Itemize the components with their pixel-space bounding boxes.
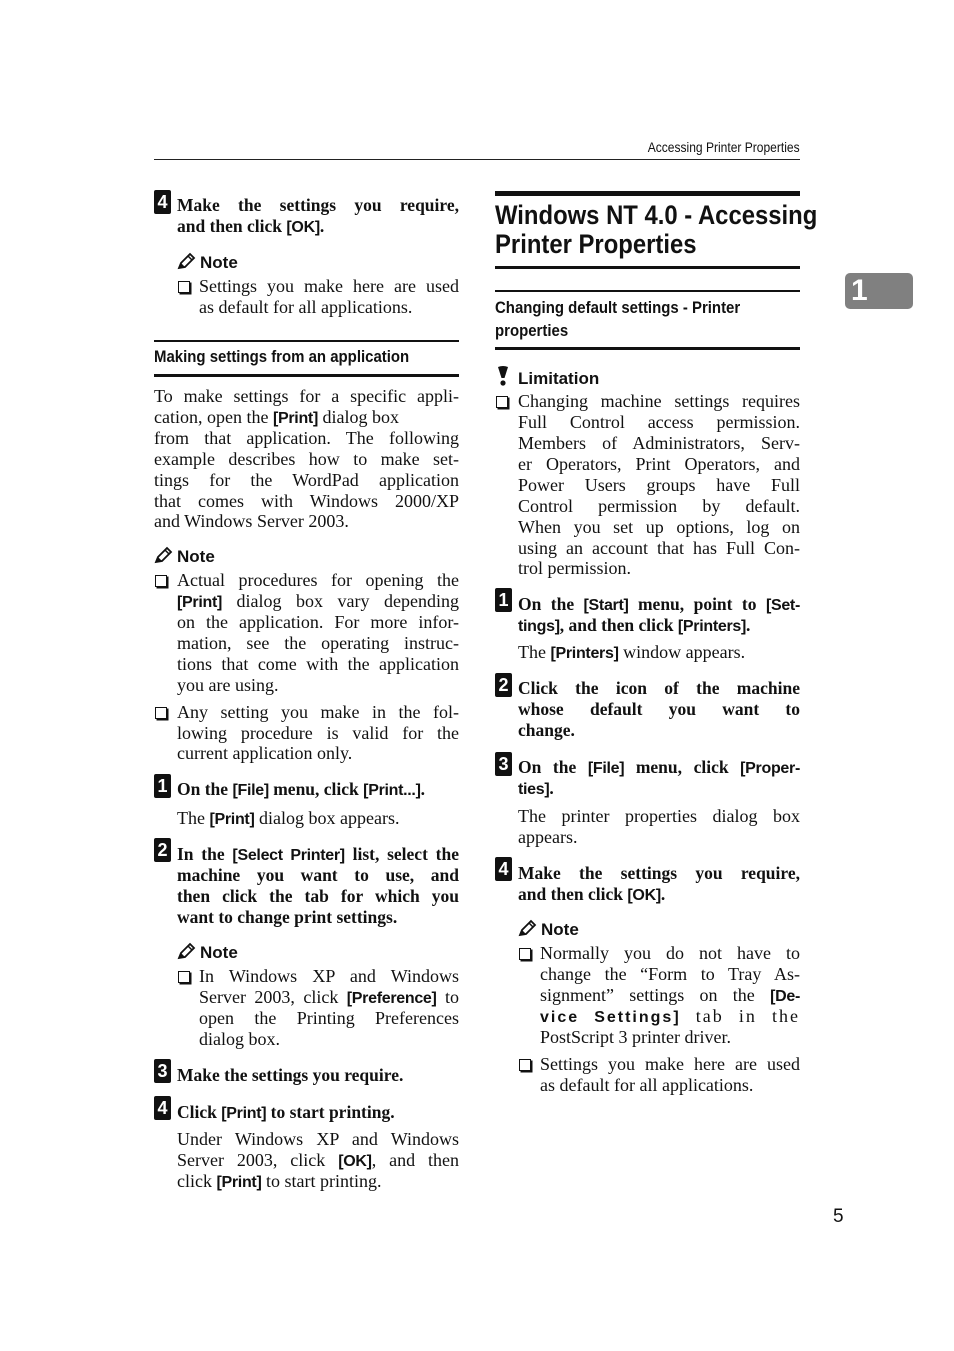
- step-number-badge: 3: [495, 752, 512, 776]
- pencil-icon: [518, 919, 538, 942]
- ui-label-device-settings: vice Settings]: [540, 1009, 681, 1026]
- ui-label-ok: [OK]: [338, 1153, 372, 1170]
- subheading-rule-top: [495, 290, 800, 292]
- step-number-badge: 1: [495, 588, 512, 612]
- pencil-icon: [154, 546, 174, 569]
- note-heading: Note: [154, 546, 215, 566]
- ui-label-file: [File]: [587, 760, 625, 777]
- section-rule-top: [154, 340, 459, 342]
- pencil-icon: [177, 252, 197, 275]
- checkbox-bullet-icon: [155, 707, 167, 719]
- title-rule-top: [495, 191, 800, 196]
- step-number-badge: 4: [154, 190, 171, 214]
- ui-label-preference: [Preference]: [346, 990, 437, 1007]
- step-number-badge: 3: [154, 1059, 171, 1083]
- ui-label-print: [Print]: [177, 594, 223, 611]
- step-number-badge: 1: [154, 774, 171, 798]
- step-number-badge: 4: [495, 857, 512, 881]
- exclamation-icon: [495, 366, 511, 391]
- checkbox-bullet-icon: [178, 971, 190, 983]
- ui-label-select-printer: [Select Printer]: [232, 847, 345, 864]
- subheading: properties: [495, 321, 569, 340]
- ui-label-settings: tings]: [518, 618, 560, 635]
- chapter-tab: 1: [845, 273, 913, 309]
- checkbox-bullet-icon: [155, 575, 167, 587]
- running-header-title: Accessing Printer Properties: [648, 139, 800, 155]
- step-text: and then click [OK].: [177, 216, 325, 236]
- step-number-badge: 4: [154, 1096, 171, 1120]
- ui-label-print: [Print]: [216, 1174, 262, 1191]
- ui-label-print: [Print]: [209, 811, 255, 828]
- page-number: 5: [833, 1206, 844, 1227]
- ui-label-print: [Print...]: [363, 782, 421, 799]
- checkbox-bullet-icon: [519, 1059, 531, 1071]
- ui-label-device-settings: [De-: [770, 988, 800, 1005]
- ui-label-print: [Print]: [272, 410, 318, 427]
- ui-label-print: [Print]: [221, 1105, 267, 1122]
- ui-label-properties: [Proper-: [740, 760, 800, 777]
- chapter-number: 1: [851, 274, 868, 307]
- ui-label-settings: [Set-: [765, 597, 800, 614]
- ui-label-ok: [OK]: [286, 219, 320, 236]
- step-number-badge: 2: [154, 838, 171, 862]
- step-result: The [Printers] window appears.: [518, 642, 746, 662]
- step-text: Click [Print] to start printing.: [177, 1102, 395, 1122]
- ui-label-printers: [Printers]: [550, 645, 619, 662]
- step-result: The [Print] dialog box appears.: [177, 808, 400, 828]
- checkbox-bullet-icon: [178, 281, 190, 293]
- step-text: Make the settings you require,: [177, 195, 459, 215]
- step-text: On the [File] menu, click [Print...].: [177, 779, 425, 799]
- note-heading: Note: [518, 919, 579, 939]
- step-number-badge: 2: [495, 673, 512, 697]
- ui-label-properties: ties]: [518, 781, 550, 798]
- subheading-rule-bottom: [495, 347, 800, 350]
- limitation-heading: Limitation: [495, 366, 599, 388]
- pencil-icon: [177, 942, 197, 965]
- running-header: Accessing Printer Properties: [154, 138, 800, 160]
- ui-label-start: [Start]: [583, 597, 629, 614]
- note-heading: Note: [177, 942, 238, 962]
- section-heading: Making settings from an application: [154, 347, 410, 366]
- checkbox-bullet-icon: [496, 396, 508, 408]
- note-heading: Note: [177, 252, 238, 272]
- page-title: Windows NT 4.0 - Accessing: [495, 200, 818, 230]
- section-rule-bottom: [154, 374, 459, 377]
- note-text: Settings you make here are used: [199, 276, 459, 296]
- ui-label-file: [File]: [232, 782, 269, 799]
- subheading: Changing default settings - Printer: [495, 298, 741, 317]
- checkbox-bullet-icon: [519, 948, 531, 960]
- ui-label-printers: [Printers]: [677, 618, 747, 635]
- step-text: Make the settings you require.: [177, 1065, 404, 1085]
- title-rule-bottom: [495, 266, 800, 269]
- note-text: as default for all applications.: [199, 297, 413, 317]
- page-title: Printer Properties: [495, 229, 697, 259]
- ui-label-ok: [OK]: [627, 887, 661, 904]
